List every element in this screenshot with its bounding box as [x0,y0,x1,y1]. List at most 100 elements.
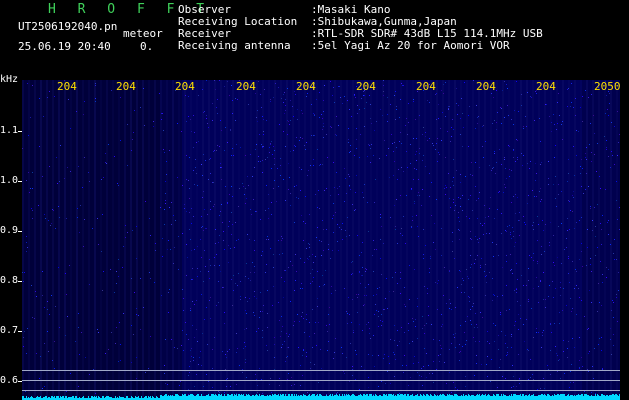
noise-speckle [404,355,405,356]
noise-speckle [287,134,288,135]
noise-speckle [602,282,603,283]
signal-column [234,394,235,400]
noise-speckle [29,192,30,193]
noise-speckle [307,258,308,259]
noise-speckle [403,85,404,86]
noise-speckle [616,181,617,182]
noise-speckle [369,333,370,334]
noise-speckle [189,188,190,189]
noise-speckle [218,281,219,282]
noise-speckle [612,155,613,156]
noise-speckle [579,297,580,298]
noise-speckle [607,222,608,223]
noise-speckle [567,357,568,358]
signal-column [379,395,380,400]
noise-speckle [338,86,339,87]
reference-line [22,370,620,371]
signal-column [492,396,493,400]
noise-speckle [290,100,291,101]
noise-speckle [312,254,313,255]
noise-speckle [198,364,199,365]
noise-speckle [395,359,396,360]
noise-speckle [601,229,602,230]
noise-speckle [418,192,419,193]
noise-speckle [487,331,488,332]
noise-speckle [594,207,595,208]
noise-speckle [214,150,215,151]
noise-speckle [361,366,362,367]
noise-speckle [296,185,297,186]
noise-speckle [339,186,340,187]
noise-speckle [511,347,512,348]
noise-speckle [507,88,508,89]
noise-speckle [394,205,395,206]
noise-speckle [254,240,255,241]
signal-column [211,394,212,400]
signal-column [280,394,281,400]
noise-speckle [478,242,479,243]
noise-speckle [345,230,346,231]
noise-speckle [28,172,29,173]
noise-speckle [559,359,560,360]
noise-speckle [345,395,346,396]
signal-column [243,394,244,400]
noise-speckle [600,188,601,189]
signal-column [385,395,386,400]
signal-column [255,395,256,400]
noise-speckle [312,309,313,310]
noise-speckle [454,258,455,259]
noise-speckle [339,227,340,228]
noise-speckle [572,195,573,196]
signal-column [517,395,518,400]
noise-speckle [216,305,217,306]
noise-speckle [297,314,298,315]
signal-column [590,396,591,400]
noise-speckle [263,146,264,147]
signal-column [398,394,399,400]
noise-speckle [484,205,485,206]
noise-speckle [205,160,206,161]
noise-speckle [482,317,483,318]
noise-speckle [214,80,215,81]
noise-speckle [209,159,210,160]
noise-speckle [611,151,612,152]
noise-stripe [40,80,42,400]
signal-column [523,394,524,400]
noise-speckle [328,341,329,342]
noise-stripe [88,80,90,400]
noise-speckle [574,175,575,176]
signal-column [405,394,406,400]
noise-speckle [459,360,460,361]
noise-speckle [162,113,163,114]
noise-speckle [365,271,366,272]
noise-speckle [433,242,434,243]
signal-column [103,396,104,400]
noise-stripe [130,80,132,400]
noise-speckle [400,99,401,100]
noise-speckle [227,203,228,204]
signal-column [271,396,272,400]
noise-speckle [321,255,322,256]
noise-speckle [214,204,215,205]
noise-speckle [70,128,71,129]
noise-speckle [528,195,529,196]
noise-speckle [554,124,555,125]
signal-column [209,396,210,400]
noise-speckle [493,323,494,324]
noise-speckle [23,281,24,282]
noise-speckle [600,261,601,262]
noise-speckle [266,239,267,240]
noise-speckle [415,119,416,120]
noise-speckle [162,256,163,257]
signal-column [614,395,615,400]
noise-speckle [302,113,303,114]
noise-speckle [312,281,313,282]
noise-speckle [221,179,222,180]
noise-speckle [480,265,481,266]
noise-stripe [352,80,354,400]
noise-speckle [482,126,483,127]
noise-speckle [558,226,559,227]
noise-speckle [196,300,197,301]
x-tick-label: 2050 [594,80,621,93]
noise-speckle [448,106,449,107]
